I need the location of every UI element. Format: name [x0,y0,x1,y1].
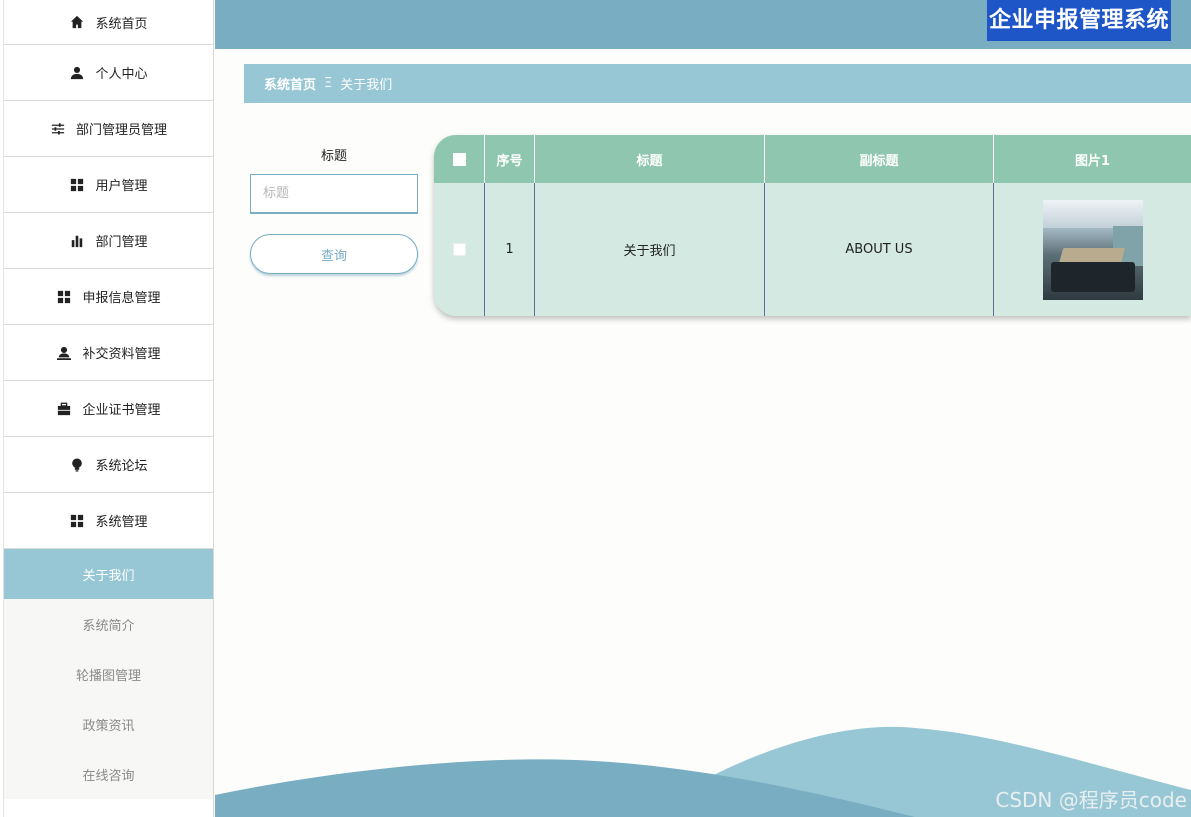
sidebar-item-label: 部门管理员管理 [75,123,167,138]
sidebar-item-label: 系统论坛 [95,459,148,474]
top-header: 企业申报管理系统 [215,0,1191,49]
column-header-image: 图片1 [1074,153,1111,169]
row-checkbox[interactable] [452,243,466,256]
sidebar-item-users[interactable]: 用户管理 [4,157,213,213]
sidebar-item-departments[interactable]: 部门管理 [4,213,213,269]
grid-icon [69,513,85,529]
home-icon [69,14,85,30]
table-row[interactable]: 1 关于我们 ABOUT US [434,183,1191,316]
app-title: 企业申报管理系统 [986,0,1171,41]
sidebar-item-certificates[interactable]: 企业证书管理 [4,381,213,437]
breadcrumb: 系统首页 Ξ 关于我们 [244,64,1191,103]
user-tie-icon [56,345,72,361]
row-subtitle: ABOUT US [765,183,994,316]
sidebar-item-supplement[interactable]: 补交资料管理 [4,325,213,381]
breadcrumb-separator: Ξ [324,76,333,91]
row-title: 关于我们 [535,183,765,316]
sidebar-item-home[interactable]: 系统首页 [4,0,213,45]
submenu-item-consult[interactable]: 在线咨询 [4,749,213,799]
grid-icon [56,289,72,305]
system-submenu: 关于我们 系统简介 轮播图管理 政策资讯 在线咨询 [4,549,213,799]
sidebar-item-system[interactable]: 系统管理 [4,493,213,549]
sidebar-item-declarations[interactable]: 申报信息管理 [4,269,213,325]
title-search-input[interactable] [250,174,418,214]
sidebar: 系统首页 个人中心 部门管理员管理 用户管理 部门管理 申报信息管理 补交资料管… [4,0,214,817]
sidebar-item-label: 企业证书管理 [82,403,161,418]
row-image-cell [994,183,1191,316]
sidebar-item-label: 系统管理 [95,515,148,530]
query-button[interactable]: 查询 [250,234,418,274]
sidebar-item-label: 部门管理 [95,235,148,250]
sidebar-item-dept-admin[interactable]: 部门管理员管理 [4,101,213,157]
sidebar-item-label: 申报信息管理 [82,291,161,306]
breadcrumb-current: 关于我们 [340,78,393,93]
breadcrumb-home[interactable]: 系统首页 [264,74,316,93]
meeting-room-photo[interactable] [1042,199,1143,300]
column-header-title: 标题 [535,135,765,183]
sidebar-item-label: 系统首页 [95,16,148,32]
sidebar-item-label: 个人中心 [95,67,148,82]
submenu-item-carousel[interactable]: 轮播图管理 [4,649,213,699]
search-label: 标题 [320,149,347,164]
sidebar-item-profile[interactable]: 个人中心 [4,45,213,101]
briefcase-icon [56,401,72,417]
submenu-item-about[interactable]: 关于我们 [4,549,213,599]
submenu-item-intro[interactable]: 系统简介 [4,599,213,649]
column-header-subtitle: 副标题 [765,135,994,183]
watermark: CSDN @程序员code [995,788,1187,812]
row-checkbox-cell [434,183,485,316]
user-icon [69,65,85,81]
row-index: 1 [485,183,535,316]
sidebar-item-label: 补交资料管理 [82,347,161,362]
column-header-index: 序号 [485,135,535,183]
select-all-checkbox[interactable] [452,152,466,166]
lightbulb-icon [69,457,85,473]
sidebar-item-forum[interactable]: 系统论坛 [4,437,213,493]
bar-chart-icon [69,233,85,249]
grid-icon [69,177,85,193]
header-checkbox-cell [434,135,485,183]
sliders-icon [50,121,66,137]
submenu-item-policy-news[interactable]: 政策资讯 [4,699,213,749]
table-header: 序号 标题 副标题 图片1 [434,135,1191,183]
data-table: 序号 标题 副标题 图片1 1 关于我们 ABOUT US [434,135,1191,316]
sidebar-item-label: 用户管理 [95,179,148,194]
